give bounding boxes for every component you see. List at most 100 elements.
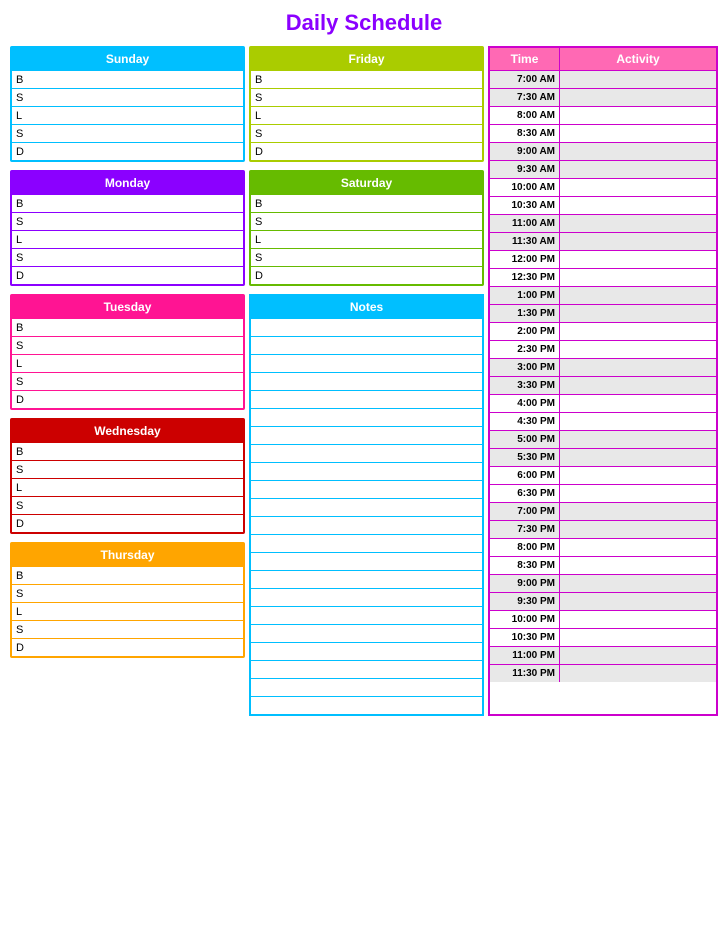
- schedule-row-19[interactable]: 4:00 PM: [490, 394, 716, 412]
- activity-cell-12[interactable]: [560, 269, 716, 286]
- activity-cell-8[interactable]: [560, 197, 716, 214]
- schedule-row-18[interactable]: 3:30 PM: [490, 376, 716, 394]
- sunday-row-l: L: [12, 106, 243, 124]
- activity-cell-6[interactable]: [560, 161, 716, 178]
- notes-row-16[interactable]: [251, 588, 482, 606]
- notes-row-3[interactable]: [251, 354, 482, 372]
- schedule-row-15[interactable]: 2:00 PM: [490, 322, 716, 340]
- activity-cell-25[interactable]: [560, 503, 716, 520]
- schedule-row-25[interactable]: 7:00 PM: [490, 502, 716, 520]
- notes-row-15[interactable]: [251, 570, 482, 588]
- schedule-row-33[interactable]: 11:00 PM: [490, 646, 716, 664]
- notes-row-7[interactable]: [251, 426, 482, 444]
- notes-row-21[interactable]: [251, 678, 482, 696]
- activity-cell-32[interactable]: [560, 629, 716, 646]
- notes-row-2[interactable]: [251, 336, 482, 354]
- activity-cell-1[interactable]: [560, 71, 716, 88]
- time-cell-6: 9:30 AM: [490, 161, 560, 178]
- schedule-row-21[interactable]: 5:00 PM: [490, 430, 716, 448]
- notes-row-13[interactable]: [251, 534, 482, 552]
- schedule-row-27[interactable]: 8:00 PM: [490, 538, 716, 556]
- activity-cell-34[interactable]: [560, 665, 716, 682]
- time-cell-22: 5:30 PM: [490, 449, 560, 466]
- activity-cell-14[interactable]: [560, 305, 716, 322]
- notes-row-17[interactable]: [251, 606, 482, 624]
- notes-row-12[interactable]: [251, 516, 482, 534]
- activity-cell-20[interactable]: [560, 413, 716, 430]
- activity-cell-3[interactable]: [560, 107, 716, 124]
- activity-cell-15[interactable]: [560, 323, 716, 340]
- notes-row-11[interactable]: [251, 498, 482, 516]
- schedule-row-6[interactable]: 9:30 AM: [490, 160, 716, 178]
- schedule-row-16[interactable]: 2:30 PM: [490, 340, 716, 358]
- activity-cell-31[interactable]: [560, 611, 716, 628]
- schedule-row-26[interactable]: 7:30 PM: [490, 520, 716, 538]
- schedule-row-10[interactable]: 11:30 AM: [490, 232, 716, 250]
- schedule-row-34[interactable]: 11:30 PM: [490, 664, 716, 682]
- thursday-header: Thursday: [12, 544, 243, 566]
- schedule-row-29[interactable]: 9:00 PM: [490, 574, 716, 592]
- notes-row-10[interactable]: [251, 480, 482, 498]
- schedule-row-20[interactable]: 4:30 PM: [490, 412, 716, 430]
- time-cell-7: 10:00 AM: [490, 179, 560, 196]
- activity-cell-17[interactable]: [560, 359, 716, 376]
- activity-cell-18[interactable]: [560, 377, 716, 394]
- schedule-row-7[interactable]: 10:00 AM: [490, 178, 716, 196]
- schedule-row-5[interactable]: 9:00 AM: [490, 142, 716, 160]
- activity-cell-27[interactable]: [560, 539, 716, 556]
- activity-cell-33[interactable]: [560, 647, 716, 664]
- activity-cell-21[interactable]: [560, 431, 716, 448]
- notes-row-20[interactable]: [251, 660, 482, 678]
- activity-cell-9[interactable]: [560, 215, 716, 232]
- schedule-row-32[interactable]: 10:30 PM: [490, 628, 716, 646]
- activity-cell-2[interactable]: [560, 89, 716, 106]
- schedule-row-13[interactable]: 1:00 PM: [490, 286, 716, 304]
- notes-row-5[interactable]: [251, 390, 482, 408]
- schedule-row-17[interactable]: 3:00 PM: [490, 358, 716, 376]
- notes-row-6[interactable]: [251, 408, 482, 426]
- notes-row-8[interactable]: [251, 444, 482, 462]
- activity-cell-26[interactable]: [560, 521, 716, 538]
- schedule-row-11[interactable]: 12:00 PM: [490, 250, 716, 268]
- notes-row-14[interactable]: [251, 552, 482, 570]
- activity-cell-11[interactable]: [560, 251, 716, 268]
- monday-row-d: D: [12, 266, 243, 284]
- schedule-row-9[interactable]: 11:00 AM: [490, 214, 716, 232]
- schedule-row-12[interactable]: 12:30 PM: [490, 268, 716, 286]
- activity-cell-16[interactable]: [560, 341, 716, 358]
- tuesday-block: Tuesday B S L S D: [10, 294, 245, 410]
- friday-header: Friday: [251, 48, 482, 70]
- notes-row-22[interactable]: [251, 696, 482, 714]
- activity-cell-19[interactable]: [560, 395, 716, 412]
- schedule-row-24[interactable]: 6:30 PM: [490, 484, 716, 502]
- notes-row-4[interactable]: [251, 372, 482, 390]
- activity-cell-4[interactable]: [560, 125, 716, 142]
- activity-cell-30[interactable]: [560, 593, 716, 610]
- activity-cell-5[interactable]: [560, 143, 716, 160]
- schedule-row-22[interactable]: 5:30 PM: [490, 448, 716, 466]
- monday-row-s2: S: [12, 248, 243, 266]
- activity-cell-13[interactable]: [560, 287, 716, 304]
- activity-cell-7[interactable]: [560, 179, 716, 196]
- schedule-row-3[interactable]: 8:00 AM: [490, 106, 716, 124]
- activity-cell-28[interactable]: [560, 557, 716, 574]
- schedule-row-14[interactable]: 1:30 PM: [490, 304, 716, 322]
- schedule-row-28[interactable]: 8:30 PM: [490, 556, 716, 574]
- schedule-row-30[interactable]: 9:30 PM: [490, 592, 716, 610]
- activity-cell-10[interactable]: [560, 233, 716, 250]
- notes-row-9[interactable]: [251, 462, 482, 480]
- notes-row-1[interactable]: [251, 318, 482, 336]
- schedule-row-8[interactable]: 10:30 AM: [490, 196, 716, 214]
- activity-cell-29[interactable]: [560, 575, 716, 592]
- activity-cell-24[interactable]: [560, 485, 716, 502]
- activity-cell-23[interactable]: [560, 467, 716, 484]
- notes-row-19[interactable]: [251, 642, 482, 660]
- schedule-row-23[interactable]: 6:00 PM: [490, 466, 716, 484]
- schedule-row-1[interactable]: 7:00 AM: [490, 70, 716, 88]
- activity-cell-22[interactable]: [560, 449, 716, 466]
- time-cell-29: 9:00 PM: [490, 575, 560, 592]
- schedule-row-4[interactable]: 8:30 AM: [490, 124, 716, 142]
- schedule-row-2[interactable]: 7:30 AM: [490, 88, 716, 106]
- notes-row-18[interactable]: [251, 624, 482, 642]
- schedule-row-31[interactable]: 10:00 PM: [490, 610, 716, 628]
